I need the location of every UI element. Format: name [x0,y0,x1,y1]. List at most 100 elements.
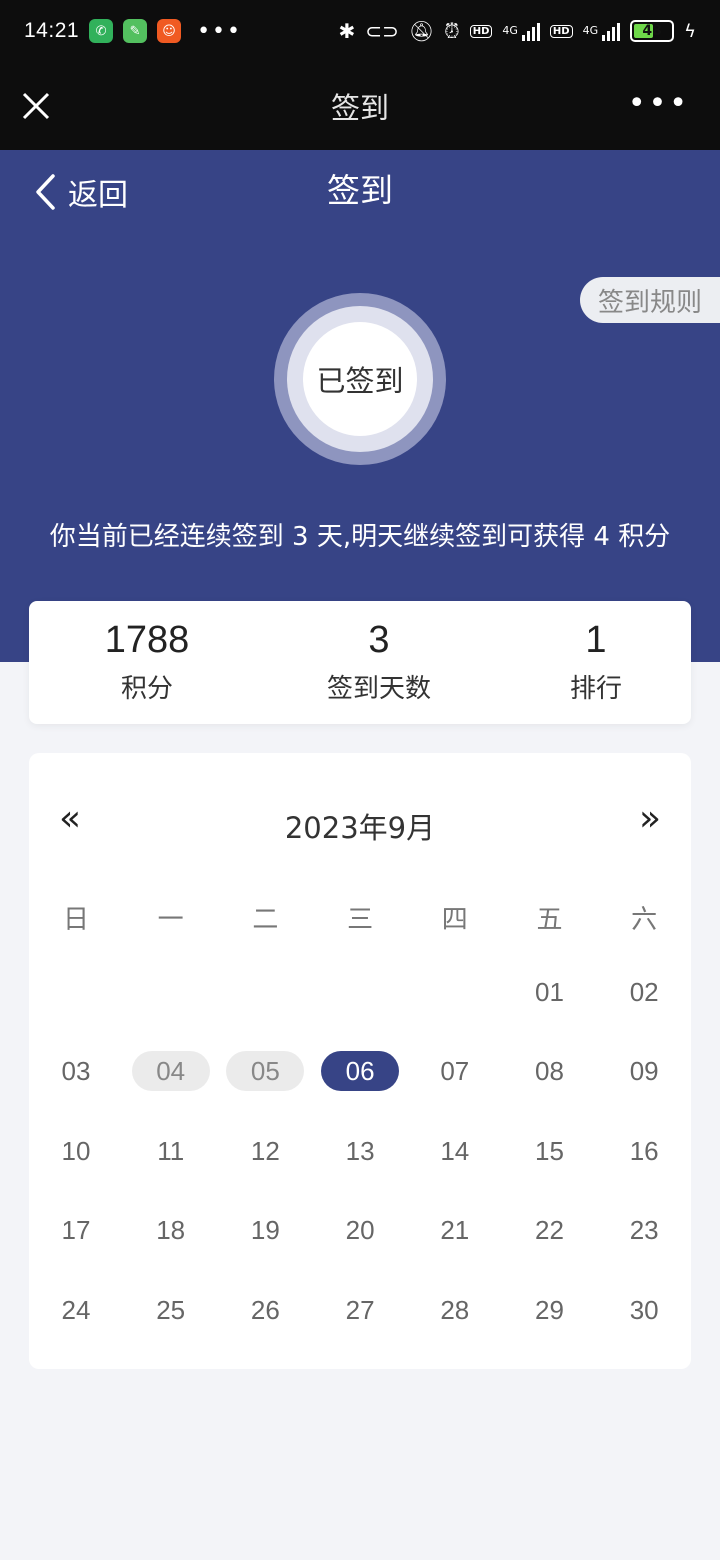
phone-notification-icon: ✆ [89,19,114,43]
stat-label: 积分 [120,674,173,704]
calendar-day[interactable]: 21 [408,1210,502,1250]
charging-icon: ϟ [684,20,696,42]
calendar-day-label: 17 [61,1215,91,1246]
calendar-day-label: 22 [535,1215,564,1246]
calendar-card: « 2023年9月 » 日一二三四五六 01 02 03 04 05 06 07 08 09 10 1… [29,753,691,1369]
network-type-2: 4G [582,24,599,37]
stat-label: 排行 [569,674,622,704]
checkin-ring: 已签到 [287,306,433,452]
calendar-day[interactable]: 26 [218,1290,312,1330]
battery-level: 48 [642,23,662,39]
calendar-day-label: 13 [345,1135,375,1166]
calendar-day-label: 02 [629,977,659,1007]
calendar-day[interactable]: 12 [218,1131,312,1171]
calendar-day[interactable]: 15 [503,1131,597,1171]
calendar-day-label: 23 [629,1215,659,1246]
calendar-day-label: 19 [250,1215,280,1246]
signal-icon [521,21,540,41]
checkin-button-label: 已签到 [303,322,417,436]
calendar-day[interactable]: 29 [503,1290,597,1330]
calendar-day[interactable]: 10 [29,1131,123,1171]
more-notifications-icon: ••• [197,18,242,44]
alarm-icon: ⏰︎ [444,19,460,43]
hd-icon: HD [469,24,493,38]
calendar-day-label: 01 [535,977,564,1007]
more-options-icon[interactable]: ••• [628,89,690,119]
status-icons: ✱ ⊂⊃ 🔕︎ ⏰︎ HD 4G HD 4G 48 ϟ [338,20,696,42]
calendar-day[interactable]: 25 [124,1290,218,1330]
calendar-day-label: 15 [535,1135,564,1166]
calendar-day[interactable]: 06 [313,1051,407,1092]
stat-value: 3 [368,619,390,661]
tools-notification-icon: ✎ [123,19,148,43]
calendar-day-label: 14 [440,1135,470,1166]
calendar-day-today: 06 [321,1051,400,1092]
calendar-day[interactable]: 16 [597,1131,691,1171]
calendar-day[interactable]: 18 [124,1210,218,1250]
calendar-day[interactable]: 13 [313,1131,407,1171]
stat-label: 签到天数 [326,674,431,704]
stat-points: 1788 积分 [37,601,257,705]
calendar-day-label: 03 [61,1056,91,1087]
notification-icons: ✆ ✎ ☺ [89,19,182,43]
calendar-day[interactable]: 08 [503,1051,597,1091]
webview-header: 签到 ••• [0,62,720,150]
calendar-day[interactable]: 04 [124,1051,218,1092]
calendar-day-label: 18 [156,1215,186,1246]
calendar-day[interactable]: 24 [29,1290,123,1330]
weekday-label: 一 [157,905,184,935]
calendar-day-label: 21 [440,1215,470,1246]
weekday-label: 三 [347,905,374,935]
calendar-day-label: 28 [440,1294,470,1325]
signal-icon-2 [602,21,621,41]
calendar-day-label: 12 [250,1135,280,1166]
battery-icon: 48 [630,20,675,42]
weekday-label: 日 [62,905,89,935]
checkin-hero: 返回 签到 签到规则 已签到 你当前已经连续签到 3 天,明天继续签到可获得 4… [0,150,720,662]
webview-title: 签到 [330,91,389,125]
calendar-day-label: 09 [629,1056,659,1087]
stats-card: 1788 积分 3 签到天数 1 排行 [29,601,691,724]
calendar-day-label: 27 [345,1294,375,1325]
weekday-label: 六 [631,905,658,935]
calendar-day[interactable]: 03 [29,1051,123,1091]
calendar-day[interactable]: 05 [218,1051,312,1092]
calendar-day[interactable]: 11 [124,1131,218,1171]
checkin-rules-button[interactable]: 签到规则 [580,277,720,323]
calendar-day-signed: 04 [131,1051,210,1092]
hd-icon-2: HD [549,24,573,38]
nfc-icon: ⊂⊃ [365,19,399,43]
calendar-day[interactable]: 27 [313,1290,407,1330]
calendar-day-label: 08 [535,1056,564,1087]
calendar-day[interactable]: 19 [218,1210,312,1250]
calendar-day[interactable]: 17 [29,1210,123,1250]
calendar-day[interactable]: 20 [313,1210,407,1250]
calendar-day[interactable]: 14 [408,1131,502,1171]
calendar-day[interactable]: 09 [597,1051,691,1091]
status-bar: 14:21 ✆ ✎ ☺ ••• ✱ ⊂⊃ 🔕︎ ⏰︎ HD 4G HD 4G 4… [0,0,720,62]
checkin-button[interactable]: 已签到 [274,293,446,465]
calendar-day[interactable]: 30 [597,1290,691,1330]
calendar-day[interactable]: 01 [503,972,597,1012]
mute-bell-icon: 🔕︎ [408,19,435,43]
calendar-day[interactable]: 23 [597,1210,691,1250]
calendar-day[interactable]: 07 [408,1051,502,1091]
calendar-day-label: 16 [629,1135,659,1166]
calendar-day-label: 10 [61,1135,91,1166]
month-label: 2023年9月 [284,811,436,845]
calendar-day[interactable]: 22 [503,1210,597,1250]
calendar-day[interactable]: 28 [408,1290,502,1330]
next-month-button[interactable]: » [639,801,661,837]
calendar-day-label: 30 [629,1294,659,1325]
stat-ranking: 1 排行 [486,601,706,705]
stat-value: 1788 [104,619,190,661]
calendar-day-label: 25 [156,1294,186,1325]
calendar-day[interactable]: 02 [597,972,691,1012]
calendar-day-label: 29 [535,1294,564,1325]
close-icon[interactable] [20,90,52,122]
network-type: 4G [502,24,518,37]
calendar-day-label: 07 [440,1056,470,1087]
calendar-day-label: 26 [250,1294,280,1325]
status-time: 14:21 [24,19,80,42]
calendar-day-signed: 05 [226,1051,305,1092]
